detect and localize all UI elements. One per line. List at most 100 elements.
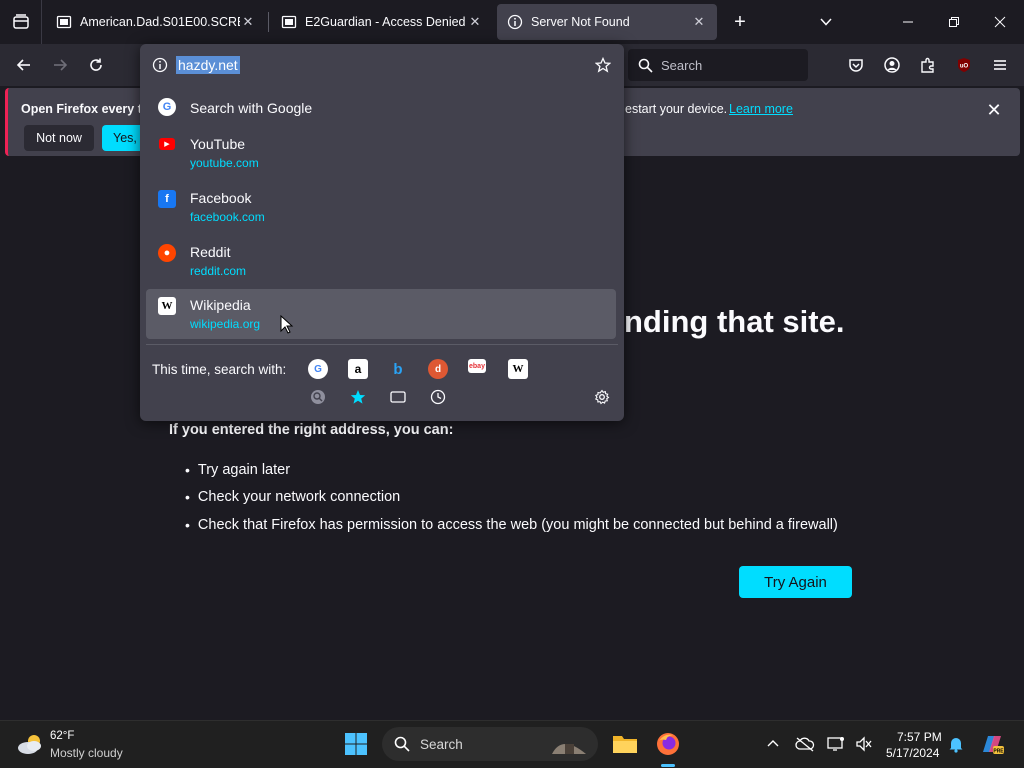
tab-title: Server Not Found [531, 15, 630, 29]
chevron-up-icon [767, 740, 779, 747]
notification-message-tail: estart your device. [625, 102, 728, 116]
extensions-button[interactable] [913, 50, 943, 80]
back-button[interactable] [9, 50, 39, 80]
plus-icon: + [734, 10, 746, 33]
suggestion-title: YouTube [190, 136, 246, 152]
clock-date[interactable]: 5/17/2024 [886, 746, 939, 760]
learn-more-link[interactable]: Learn more [729, 102, 793, 116]
try-again-button[interactable]: Try Again [739, 566, 852, 598]
close-icon [994, 16, 1006, 28]
suggestion-url: reddit.com [190, 264, 247, 278]
search-bar[interactable]: Search [628, 49, 808, 81]
close-icon[interactable]: ✕ [982, 98, 1006, 122]
page-icon [281, 15, 297, 29]
tab-e2guardian[interactable]: E2Guardian - Access Denied ✕ [271, 4, 493, 40]
onedrive-status[interactable] [790, 729, 820, 759]
search-highlight-icon [552, 744, 586, 754]
restore-icon [949, 17, 959, 27]
monitor-icon [827, 737, 844, 751]
url-input[interactable]: hazdy.net [146, 50, 618, 80]
menu-button[interactable] [985, 50, 1015, 80]
cloud-off-icon [795, 737, 815, 752]
new-tab-button[interactable]: + [726, 8, 754, 36]
search-icon [638, 58, 653, 73]
duckduckgo-icon[interactable]: d [428, 359, 448, 379]
suggestion-wikipedia[interactable]: W Wikipedia wikipedia.org [146, 289, 616, 339]
pocket-button[interactable] [841, 50, 871, 80]
start-button[interactable] [341, 729, 371, 759]
search-icon[interactable] [308, 387, 328, 407]
suggestion-reddit[interactable]: ● Reddit reddit.com [146, 236, 616, 286]
search-icon [394, 736, 410, 752]
hamburger-menu-icon [994, 60, 1006, 70]
firefox-view-icon [12, 14, 29, 29]
clock-time[interactable]: 7:57 PM [897, 730, 942, 744]
suggestion-facebook[interactable]: f Facebook facebook.com [146, 182, 616, 232]
weather-widget[interactable]: 62°F Mostly cloudy [0, 721, 140, 768]
firefox-taskbar-button[interactable] [653, 729, 683, 759]
folder-icon [613, 736, 637, 753]
youtube-icon: ▶ [159, 138, 175, 150]
one-off-search-label: This time, search with: [152, 362, 287, 377]
mouse-cursor-icon [280, 315, 294, 334]
tab-server-not-found[interactable]: Server Not Found ✕ [497, 4, 717, 40]
copilot-button[interactable]: PRE [977, 729, 1007, 759]
urlbar-dropdown: hazdy.net G Search with Google ▶ YouTube… [140, 44, 624, 421]
suggestion-youtube[interactable]: ▶ YouTube youtube.com [146, 128, 616, 178]
display-status[interactable] [821, 729, 851, 759]
chevron-down-icon [820, 18, 832, 26]
reddit-icon: ● [158, 244, 176, 262]
show-hidden-icons-button[interactable] [758, 729, 788, 759]
volume-status[interactable] [849, 729, 879, 759]
windows-logo-icon [345, 733, 367, 755]
tabs-icon[interactable] [388, 387, 408, 407]
copilot-icon: PRE [983, 736, 1004, 754]
history-clock-icon[interactable] [428, 387, 448, 407]
list-item: Try again later [185, 456, 838, 484]
puzzle-icon [921, 57, 934, 73]
suggestion-url: facebook.com [190, 210, 265, 224]
account-button[interactable] [877, 50, 907, 80]
forward-button[interactable] [45, 50, 75, 80]
file-explorer-button[interactable] [610, 729, 640, 759]
info-icon [507, 14, 523, 30]
not-now-button[interactable]: Not now [24, 125, 94, 151]
bing-icon[interactable]: b [388, 359, 408, 379]
minimize-icon [903, 21, 913, 23]
close-icon[interactable]: ✕ [240, 14, 256, 30]
gear-icon[interactable] [592, 387, 612, 407]
wikipedia-icon[interactable]: W [508, 359, 528, 379]
star-outline-icon [595, 57, 611, 73]
minimize-button[interactable] [885, 0, 931, 44]
info-icon[interactable] [152, 57, 168, 73]
restore-button[interactable] [931, 0, 977, 44]
account-icon [884, 57, 900, 73]
ublock-origin-button[interactable]: uO [949, 50, 979, 80]
pocket-icon [849, 59, 863, 72]
cloud-sun-icon [18, 735, 41, 754]
divider [146, 344, 618, 345]
suggestion-search-google[interactable]: G Search with Google [146, 90, 616, 124]
notifications-button[interactable] [941, 729, 971, 759]
bell-icon [949, 738, 963, 753]
google-icon[interactable]: G [308, 359, 328, 379]
list-all-tabs-button[interactable] [812, 8, 840, 36]
close-window-button[interactable] [977, 0, 1023, 44]
close-icon[interactable]: ✕ [467, 14, 483, 30]
notification-message: Open Firefox every ti [21, 102, 146, 116]
url-text[interactable]: hazdy.net [176, 56, 240, 74]
close-icon[interactable]: ✕ [691, 14, 707, 30]
svg-text:PRE: PRE [993, 748, 1004, 754]
taskbar-search[interactable]: Search [382, 727, 598, 761]
bookmark-star-button[interactable] [592, 54, 614, 76]
tab-american-dad[interactable]: American.Dad.S01E00.SCREENE ✕ [46, 4, 266, 40]
suggestion-title: Wikipedia [190, 297, 251, 313]
taskbar-search-placeholder: Search [420, 736, 463, 752]
google-icon: G [158, 98, 176, 116]
amazon-icon[interactable]: a [348, 359, 368, 379]
bookmarks-star-icon[interactable] [348, 387, 368, 407]
firefox-view-button[interactable] [0, 0, 42, 44]
reload-button[interactable] [81, 50, 111, 80]
ebay-icon[interactable]: ebay [468, 359, 486, 373]
suggestion-title: Reddit [190, 244, 231, 260]
